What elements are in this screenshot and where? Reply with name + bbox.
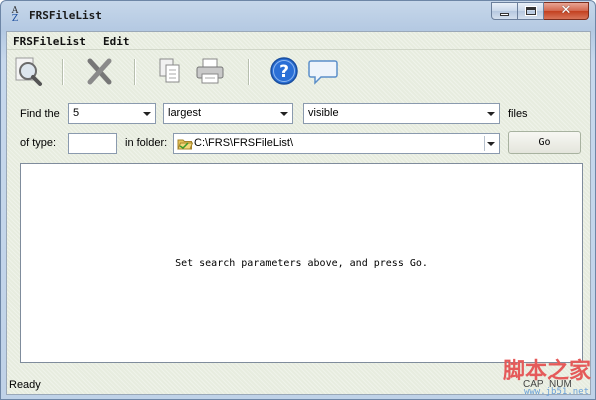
visibility-select-value: visible — [308, 107, 339, 119]
folder-label: in folder: — [125, 137, 168, 149]
file-type-input[interactable] — [68, 133, 117, 154]
order-select-value: largest — [168, 107, 202, 119]
results-list[interactable]: Set search parameters above, and press G… — [20, 163, 583, 363]
visibility-select[interactable]: visible — [303, 103, 500, 124]
results-placeholder: Set search parameters above, and press G… — [175, 258, 428, 269]
chevron-down-icon — [140, 106, 153, 121]
search-icon — [15, 57, 42, 86]
toolbar-separator — [62, 59, 64, 85]
copy-button[interactable] — [153, 54, 187, 88]
title-bar[interactable]: A Z FRSFileList ✕ — [1, 1, 595, 31]
toolbar: ? — [7, 50, 590, 94]
minimize-button[interactable] — [491, 2, 518, 20]
watermark-logo: 脚本之家 — [502, 358, 591, 384]
copy-icon — [159, 58, 180, 83]
client-area: FRSFileList Edit ? Find the 5 largest vi… — [6, 31, 591, 395]
minimize-icon — [500, 12, 509, 16]
menu-edit[interactable]: Edit — [103, 35, 130, 48]
status-text: Ready — [9, 379, 41, 391]
close-button[interactable]: ✕ — [544, 2, 589, 20]
folder-select[interactable]: C:\FRS\FRSFileList\ — [173, 133, 500, 154]
go-button[interactable]: Go — [508, 131, 581, 154]
app-icon[interactable]: A Z — [7, 7, 23, 25]
type-label: of type: — [20, 137, 57, 149]
menu-bar: FRSFileList Edit — [7, 32, 590, 50]
close-icon: ✕ — [560, 3, 572, 18]
chevron-down-icon — [484, 106, 497, 121]
find-button[interactable] — [11, 54, 45, 88]
files-label: files — [508, 108, 528, 120]
watermark-url: www.jb51.net — [523, 387, 589, 397]
app-window: A Z FRSFileList ✕ FRSFileList Edit ? Fin… — [0, 0, 596, 400]
folder-icon — [177, 139, 193, 150]
order-select[interactable]: largest — [163, 103, 293, 124]
toolbar-separator — [248, 59, 250, 85]
chevron-down-icon — [277, 106, 290, 121]
count-select-value: 5 — [73, 107, 80, 119]
toolbar-separator — [134, 59, 136, 85]
comment-button[interactable] — [306, 54, 340, 88]
print-button[interactable] — [193, 54, 227, 88]
print-icon — [196, 58, 224, 84]
help-button[interactable]: ? — [267, 54, 301, 88]
comment-icon — [308, 60, 338, 85]
delete-button[interactable] — [82, 54, 116, 88]
svg-text:?: ? — [279, 62, 289, 82]
find-label: Find the — [20, 108, 60, 120]
chevron-down-icon — [484, 136, 497, 151]
app-icon-letter-z: Z — [11, 14, 19, 24]
maximize-button[interactable] — [518, 2, 544, 20]
menu-frsfilelist[interactable]: FRSFileList — [13, 35, 86, 48]
maximize-icon — [524, 6, 537, 16]
delete-icon — [87, 58, 112, 85]
count-select[interactable]: 5 — [68, 103, 156, 124]
window-title: FRSFileList — [29, 9, 102, 22]
help-icon: ? — [270, 57, 298, 85]
window-controls: ✕ — [491, 2, 589, 20]
folder-select-value: C:\FRS\FRSFileList\ — [194, 137, 294, 149]
